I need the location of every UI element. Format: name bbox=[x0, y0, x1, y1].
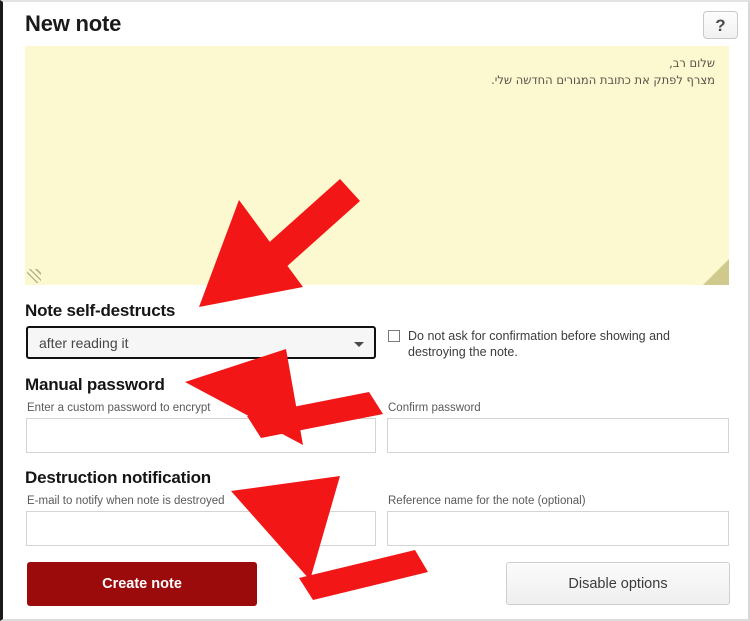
section-heading-self-destructs: Note self-destructs bbox=[25, 301, 176, 320]
confirm-password-input[interactable] bbox=[387, 418, 729, 453]
self-destruct-selected-value: after reading it bbox=[39, 335, 129, 351]
chevron-down-icon bbox=[354, 342, 364, 347]
create-note-button[interactable]: Create note bbox=[27, 562, 257, 606]
no-confirmation-checkbox-label[interactable]: Do not ask for confirmation before showi… bbox=[408, 328, 708, 360]
no-confirmation-checkbox[interactable] bbox=[388, 330, 400, 342]
confirmation-checkbox-row[interactable]: Do not ask for confirmation before showi… bbox=[388, 328, 708, 360]
page-header: New note ? bbox=[3, 2, 748, 42]
notify-email-input[interactable] bbox=[26, 511, 376, 546]
reference-name-input[interactable] bbox=[387, 511, 729, 546]
self-destruct-select[interactable]: after reading it bbox=[26, 326, 376, 359]
note-fold-corner-icon bbox=[703, 259, 729, 285]
password-field-label: Enter a custom password to encrypt bbox=[27, 402, 211, 414]
notify-email-field-label: E-mail to notify when note is destroyed bbox=[27, 495, 225, 507]
page-title: New note bbox=[25, 11, 122, 36]
section-heading-manual-password: Manual password bbox=[25, 375, 165, 394]
note-text-content: שלום רב, מצרף לפתק את כתובת המגורים החדש… bbox=[491, 56, 715, 87]
textarea-resize-handle[interactable] bbox=[27, 269, 41, 283]
note-textarea[interactable]: שלום רב, מצרף לפתק את כתובת המגורים החדש… bbox=[25, 46, 729, 285]
disable-options-button[interactable]: Disable options bbox=[506, 562, 730, 605]
password-input[interactable] bbox=[26, 418, 376, 453]
new-note-page: New note ? שלום רב, מצרף לפתק את כתובת ה… bbox=[0, 0, 750, 621]
section-heading-destruction-notification: Destruction notification bbox=[25, 468, 211, 487]
confirm-password-field-label: Confirm password bbox=[388, 402, 481, 414]
help-button[interactable]: ? bbox=[703, 11, 738, 39]
reference-name-field-label: Reference name for the note (optional) bbox=[388, 495, 586, 507]
